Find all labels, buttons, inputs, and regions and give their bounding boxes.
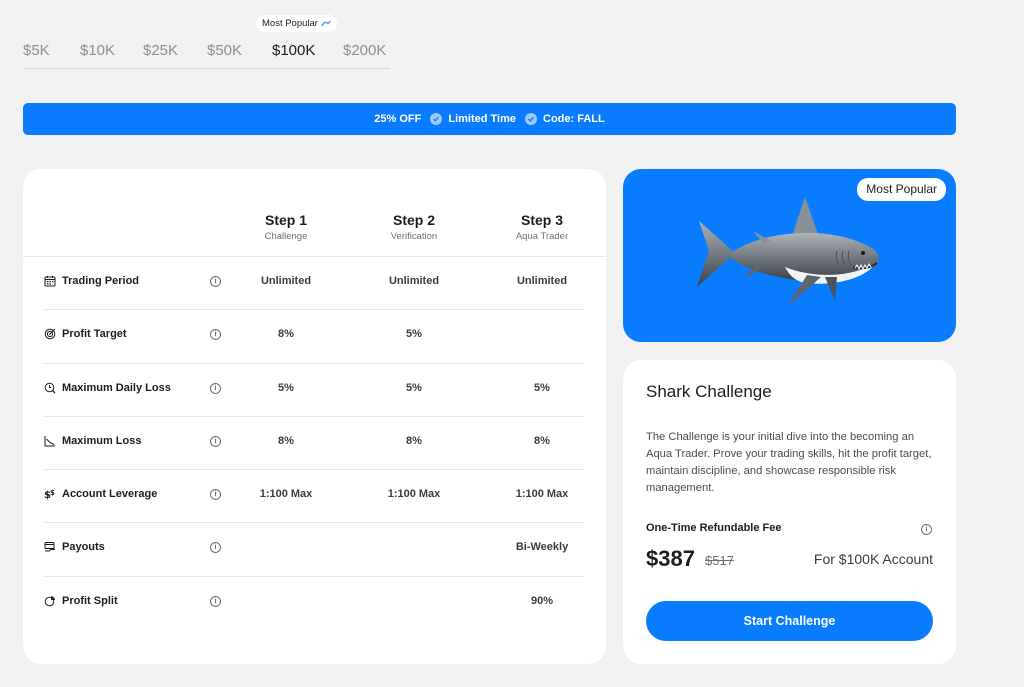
table-row: Payouts i Bi-Weekly bbox=[44, 523, 584, 577]
table-row: Trading Period i Unlimited Unlimited Unl… bbox=[44, 257, 584, 311]
cell-step-3: 1:100 Max bbox=[515, 488, 569, 501]
steps-header: Step 1 Challenge Step 2 Verification Ste… bbox=[23, 209, 606, 257]
cell-step-2: 5% bbox=[406, 328, 422, 341]
shark-image-card: Most Popular bbox=[623, 169, 956, 342]
promo-code: Code: FALL bbox=[543, 113, 605, 125]
step-subtitle: Verification bbox=[390, 231, 438, 242]
cell-step-3: 8% bbox=[534, 434, 550, 447]
row-label: Profit Split bbox=[62, 594, 118, 607]
info-icon[interactable]: i bbox=[210, 382, 221, 394]
row-label: Maximum Daily Loss bbox=[62, 381, 171, 394]
cell-step-3: 90% bbox=[530, 594, 554, 607]
step-title: Step 3 bbox=[520, 212, 563, 228]
old-price: $517 bbox=[705, 553, 734, 568]
info-icon[interactable]: i bbox=[210, 595, 221, 607]
tab-5k[interactable]: $5K bbox=[23, 42, 50, 59]
info-icon[interactable]: i bbox=[210, 489, 221, 501]
step-subtitle: Aqua Trader bbox=[515, 231, 569, 242]
info-icon[interactable]: i bbox=[210, 276, 221, 287]
payout-icon bbox=[44, 542, 55, 552]
step-title: Step 1 bbox=[264, 212, 307, 228]
cell-step-2: 5% bbox=[406, 381, 422, 394]
challenge-info-card: Shark Challenge The Challenge is your in… bbox=[623, 360, 956, 664]
cell-step-3: Unlimited bbox=[516, 275, 568, 287]
challenge-steps-table: Step 1 Challenge Step 2 Verification Ste… bbox=[23, 169, 606, 664]
tab-10k[interactable]: $10K bbox=[80, 42, 115, 59]
table-row: Maximum Loss i 8% 8% 8% bbox=[44, 417, 584, 471]
row-label: Trading Period bbox=[62, 275, 140, 287]
row-label: Maximum Loss bbox=[62, 434, 142, 447]
tab-25k[interactable]: $25K bbox=[143, 42, 178, 59]
info-icon[interactable]: i bbox=[210, 435, 221, 447]
tab-200k[interactable]: $200K bbox=[343, 42, 386, 59]
cell-step-1: 5% bbox=[278, 381, 294, 394]
step-3-header: Step 3 Aqua Trader bbox=[482, 209, 602, 242]
price: $387 bbox=[646, 546, 695, 571]
row-label: Account Leverage bbox=[62, 488, 158, 501]
row-label: Payouts bbox=[62, 541, 105, 554]
cell-step-1: 8% bbox=[278, 328, 294, 341]
chart-down-icon bbox=[44, 435, 55, 447]
info-icon[interactable]: i bbox=[210, 329, 221, 341]
table-rows: Trading Period i Unlimited Unlimited Unl… bbox=[44, 257, 584, 630]
promo-banner: 25% OFF Limited Time Code: FALL bbox=[23, 103, 956, 135]
tab-100k[interactable]: $100K bbox=[272, 42, 315, 59]
cell-step-1: Unlimited bbox=[260, 275, 312, 287]
promo-discount: 25% OFF bbox=[374, 113, 422, 125]
challenge-title: Shark Challenge bbox=[646, 382, 772, 401]
cell-step-3: Bi-Weekly bbox=[515, 541, 569, 554]
wave-icon bbox=[321, 20, 331, 26]
table-row: Profit Split i 90% bbox=[44, 577, 584, 630]
cell-step-1: 8% bbox=[278, 434, 294, 447]
step-1-header: Step 1 Challenge bbox=[226, 209, 346, 242]
check-icon bbox=[525, 113, 537, 125]
start-challenge-button[interactable]: Start Challenge bbox=[646, 601, 933, 641]
most-popular-pill: Most Popular bbox=[256, 15, 337, 32]
step-2-header: Step 2 Verification bbox=[354, 209, 474, 242]
row-label: Profit Target bbox=[62, 328, 127, 341]
fee-label: One-Time Refundable Fee bbox=[646, 522, 782, 534]
cell-step-3: 5% bbox=[534, 381, 550, 394]
table-row: Maximum Daily Loss i 5% 5% 5% bbox=[44, 364, 584, 417]
table-row: $ $ Account Leverage i 1:100 Max 1:100 Ma… bbox=[44, 470, 584, 524]
tab-50k[interactable]: $50K bbox=[207, 42, 242, 59]
table-row: Profit Target i 8% 5% bbox=[44, 310, 584, 364]
calendar-icon bbox=[44, 276, 56, 287]
account-size-label: For $100K Account bbox=[813, 551, 933, 567]
step-title: Step 2 bbox=[392, 212, 435, 228]
cell-step-2: 1:100 Max bbox=[387, 488, 441, 501]
check-icon bbox=[430, 113, 443, 125]
info-icon[interactable]: i bbox=[210, 542, 221, 554]
promo-limited: Limited Time bbox=[448, 113, 516, 125]
dollar-icon: $ $ bbox=[44, 489, 55, 500]
loss-clock-icon bbox=[44, 382, 56, 394]
step-subtitle: Challenge bbox=[264, 231, 308, 242]
cell-step-2: Unlimited bbox=[388, 275, 440, 287]
account-size-tabs: $5K $10K $25K $50K $100K $200K bbox=[23, 38, 390, 69]
pie-icon bbox=[44, 595, 55, 607]
most-popular-label: Most Popular bbox=[262, 18, 318, 29]
target-icon bbox=[44, 328, 56, 340]
svg-text:$: $ bbox=[50, 489, 55, 497]
cell-step-2: 8% bbox=[406, 434, 422, 447]
info-icon[interactable]: i bbox=[921, 524, 932, 535]
shark-illustration bbox=[697, 197, 879, 307]
cell-step-1: 1:100 Max bbox=[259, 488, 313, 501]
challenge-description: The Challenge is your initial dive into … bbox=[646, 431, 932, 494]
